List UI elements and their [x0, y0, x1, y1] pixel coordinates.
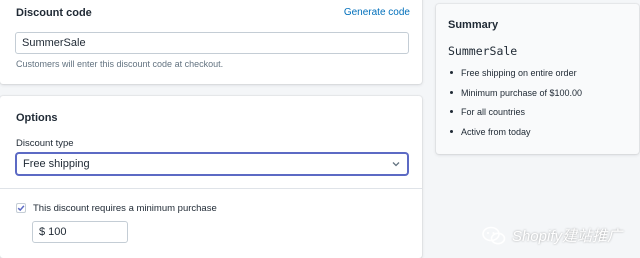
- discount-code-help-text: Customers will enter this discount code …: [16, 59, 224, 69]
- summary-item-active-from: Active from today: [448, 127, 582, 147]
- wechat-icon: [482, 226, 506, 244]
- discount-type-value: Free shipping: [23, 158, 90, 170]
- options-divider: [0, 188, 422, 189]
- options-title: Options: [16, 112, 58, 124]
- summary-list: Free shipping on entire order Minimum pu…: [448, 68, 582, 146]
- watermark: Shopify建站推广: [482, 225, 622, 246]
- min-purchase-checkbox[interactable]: [16, 203, 26, 213]
- summary-title: Summary: [448, 19, 499, 31]
- min-purchase-label: This discount requires a minimum purchas…: [33, 203, 217, 214]
- options-card: Options Discount type Free shipping This…: [0, 96, 422, 258]
- chevron-down-icon: [392, 162, 400, 167]
- discount-code-title: Discount code: [16, 7, 92, 19]
- generate-code-link[interactable]: Generate code: [344, 7, 410, 18]
- discount-type-label: Discount type: [16, 138, 74, 149]
- discount-type-select[interactable]: Free shipping: [16, 153, 408, 175]
- summary-card: Summary SummerSale Free shipping on enti…: [436, 4, 639, 154]
- summary-item-free-shipping: Free shipping on entire order: [448, 68, 582, 88]
- discount-code-card: Discount code Generate code Customers wi…: [0, 0, 422, 84]
- min-purchase-amount-input[interactable]: [32, 221, 128, 243]
- checkmark-icon: [17, 205, 25, 212]
- watermark-text: Shopify建站推广: [511, 228, 622, 245]
- summary-item-minimum-purchase: Minimum purchase of $100.00: [448, 88, 582, 108]
- summary-item-countries: For all countries: [448, 107, 582, 127]
- discount-code-input[interactable]: [15, 32, 409, 54]
- summary-code: SummerSale: [448, 44, 518, 58]
